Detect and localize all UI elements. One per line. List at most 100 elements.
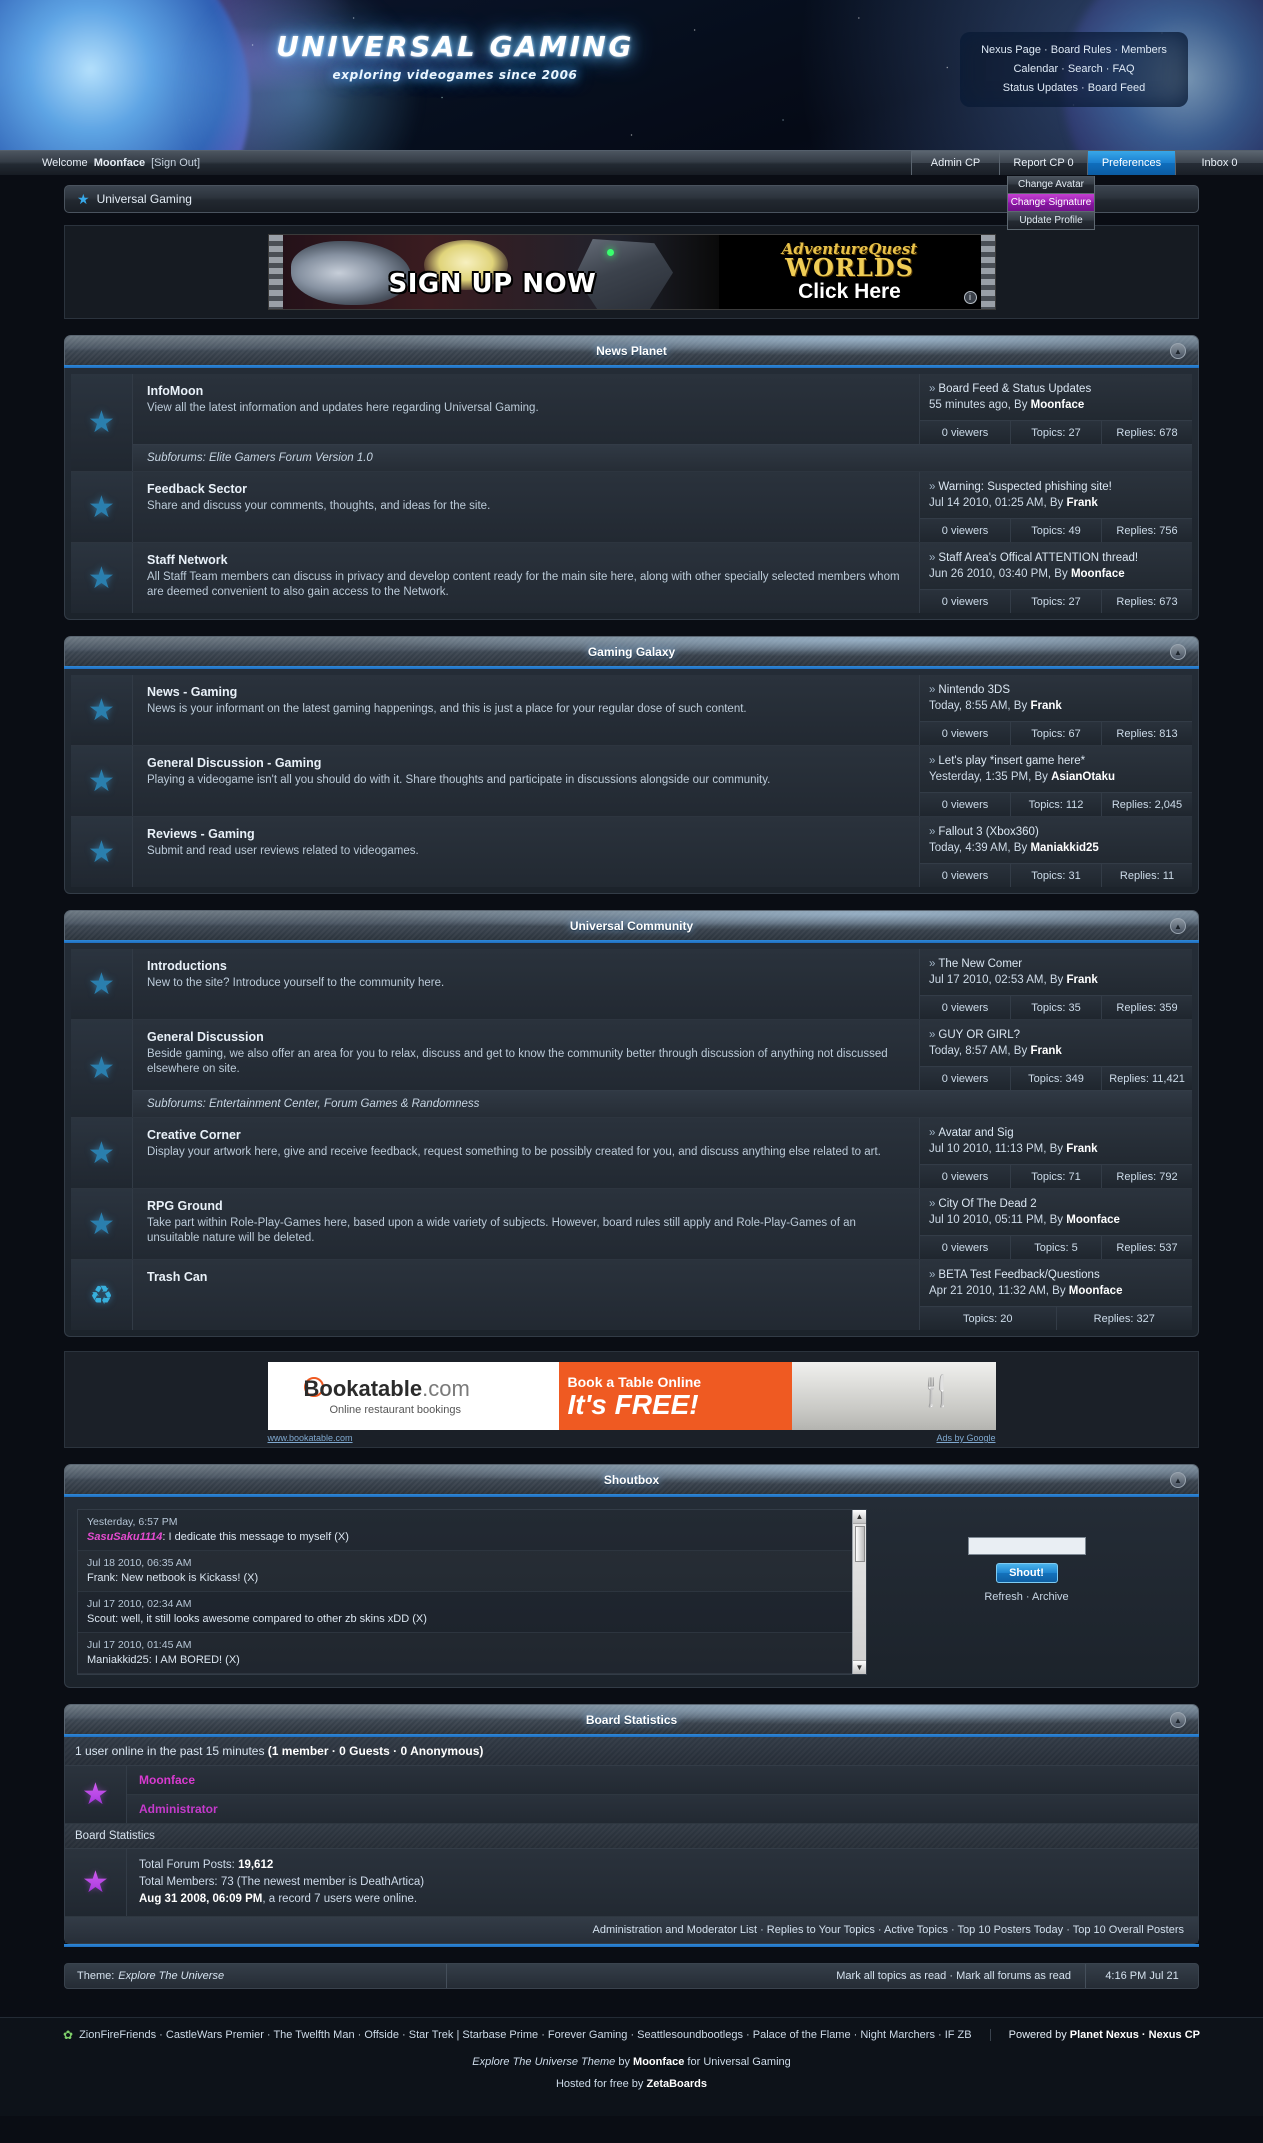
- forum-name-link[interactable]: Feedback Sector: [147, 482, 905, 496]
- last-post-author-link[interactable]: Moonface: [1066, 1214, 1120, 1226]
- forum-status-icon-cell[interactable]: ★: [71, 543, 133, 613]
- last-post-title-link[interactable]: The New Comer: [938, 958, 1022, 970]
- shout-input[interactable]: [967, 1537, 1086, 1555]
- preferences-dropdown-menu[interactable]: Change Avatar Change Signature Update Pr…: [1007, 176, 1095, 230]
- forum-status-icon-cell[interactable]: ★: [71, 949, 133, 1019]
- collapse-icon[interactable]: ▲: [1170, 1712, 1186, 1728]
- board-statistics-links[interactable]: Administration and Moderator List · Repl…: [65, 1917, 1198, 1943]
- inbox-button[interactable]: Inbox 0: [1175, 151, 1263, 175]
- last-post-author-link[interactable]: Maniakkid25: [1030, 842, 1098, 854]
- last-post-title-link[interactable]: Board Feed & Status Updates: [938, 383, 1091, 395]
- breadcrumb-root-link[interactable]: Universal Gaming: [97, 192, 192, 206]
- last-post-author-link[interactable]: Moonface: [1031, 399, 1085, 411]
- last-post-author-link[interactable]: Moonface: [1069, 1285, 1123, 1297]
- last-post-title-link[interactable]: Staff Area's Offical ATTENTION thread!: [938, 552, 1138, 564]
- last-post-title-link[interactable]: Let's play *insert game here*: [938, 755, 1085, 767]
- forum-status-icon-cell[interactable]: ♻: [71, 1260, 133, 1330]
- powered-by-link[interactable]: Planet Nexus · Nexus CP: [1070, 2029, 1200, 2041]
- forum-name-link[interactable]: Introductions: [147, 959, 905, 973]
- menu-item-change-signature[interactable]: Change Signature: [1007, 194, 1095, 212]
- forum-name-link[interactable]: Creative Corner: [147, 1128, 905, 1142]
- bookatable-banner[interactable]: Bookatable.com Online restaurant booking…: [267, 1362, 996, 1430]
- last-post-author-link[interactable]: Frank: [1030, 700, 1061, 712]
- last-post-author-link[interactable]: Moonface: [1071, 568, 1125, 580]
- forum-status-icon-cell[interactable]: ★: [71, 817, 133, 887]
- ad-info-icon[interactable]: i: [963, 291, 977, 304]
- last-post-author-link[interactable]: Frank: [1066, 1143, 1097, 1155]
- current-username[interactable]: Moonface: [94, 157, 145, 169]
- shout-author-link[interactable]: Maniakkid25: [87, 1654, 149, 1666]
- advertisement-top[interactable]: SIGN UP NOW AdventureQuest WORLDS Click …: [64, 225, 1199, 319]
- last-post-author-link[interactable]: Frank: [1066, 974, 1097, 986]
- forum-status-icon-cell[interactable]: ★: [71, 746, 133, 816]
- forum-status-icon-cell[interactable]: ★: [71, 1118, 133, 1188]
- forum-status-icon-cell[interactable]: ★: [71, 374, 133, 471]
- forum-name-link[interactable]: InfoMoon: [147, 384, 905, 398]
- last-post-author-link[interactable]: AsianOtaku: [1051, 771, 1115, 783]
- forum-status-icon-cell[interactable]: ★: [71, 472, 133, 542]
- sign-out-link[interactable]: [Sign Out]: [151, 157, 200, 169]
- last-post-title-link[interactable]: GUY OR GIRL?: [938, 1029, 1020, 1041]
- last-post-title-link[interactable]: Warning: Suspected phishing site!: [938, 481, 1111, 493]
- forum-subforums[interactable]: Subforums: Elite Gamers Forum Version 1.…: [133, 444, 1192, 471]
- shoutbox-links[interactable]: Refresh · Archive: [984, 1591, 1068, 1603]
- shoutbox-scrollbar[interactable]: ▲ ▼: [852, 1510, 866, 1674]
- preferences-button[interactable]: Preferences: [1087, 151, 1175, 175]
- report-cp-button[interactable]: Report CP 0: [999, 151, 1087, 175]
- scrollbar-thumb[interactable]: [855, 1526, 865, 1562]
- last-post-title-link[interactable]: Nintendo 3DS: [938, 684, 1010, 696]
- forum-name-link[interactable]: News - Gaming: [147, 685, 905, 699]
- site-logo[interactable]: UNIVERSAL GAMING exploring videogames si…: [245, 30, 665, 82]
- chevron-up-icon[interactable]: ▲: [853, 1510, 866, 1524]
- header-nav-row-3[interactable]: Status Updates · Board Feed: [968, 79, 1180, 98]
- collapse-icon[interactable]: ▲: [1170, 1472, 1186, 1488]
- forum-description: View all the latest information and upda…: [147, 402, 539, 414]
- chevron-down-icon[interactable]: ▼: [853, 1660, 866, 1674]
- advertisement-google[interactable]: Bookatable.com Online restaurant booking…: [64, 1351, 1199, 1448]
- theme-selector[interactable]: Theme: Explore The Universe: [65, 1964, 447, 1988]
- forum-name-link[interactable]: General Discussion - Gaming: [147, 756, 905, 770]
- shout-author-link[interactable]: Scout: [87, 1613, 115, 1625]
- forum-description: Submit and read user reviews related to …: [147, 845, 419, 857]
- shout-author-link[interactable]: Frank: [87, 1572, 115, 1584]
- header-nav-links[interactable]: Nexus Page · Board Rules · Members Calen…: [960, 32, 1188, 107]
- forum-name-link[interactable]: Trash Can: [147, 1270, 905, 1284]
- mark-read-links[interactable]: Mark all topics as read · Mark all forum…: [447, 1964, 1086, 1988]
- collapse-icon[interactable]: ▲: [1170, 918, 1186, 934]
- shout-author-link[interactable]: SasuSaku1114: [87, 1531, 162, 1543]
- forum-name-link[interactable]: Staff Network: [147, 553, 905, 567]
- last-post-title-link[interactable]: City Of The Dead 2: [938, 1198, 1036, 1210]
- adventurequest-banner[interactable]: SIGN UP NOW AdventureQuest WORLDS Click …: [267, 234, 996, 310]
- board-statistics-body: 1 user online in the past 15 minutes (1 …: [64, 1737, 1199, 1944]
- collapse-icon[interactable]: ▲: [1170, 644, 1186, 660]
- footer-affiliate-links[interactable]: ZionFireFriends · CastleWars Premier · T…: [79, 2029, 972, 2041]
- ads-by-google-link[interactable]: Ads by Google: [936, 1433, 995, 1443]
- collapse-icon[interactable]: ▲: [1170, 343, 1186, 359]
- last-post-title-link[interactable]: BETA Test Feedback/Questions: [938, 1269, 1099, 1281]
- header-nav-row-2[interactable]: Calendar · Search · FAQ: [968, 60, 1180, 79]
- menu-item-change-avatar[interactable]: Change Avatar: [1007, 176, 1095, 194]
- last-post-author-link[interactable]: Frank: [1030, 1045, 1061, 1057]
- menu-item-update-profile[interactable]: Update Profile: [1007, 212, 1095, 230]
- forum-subforums[interactable]: Subforums: Entertainment Center, Forum G…: [133, 1090, 1192, 1117]
- forum-name-link[interactable]: RPG Ground: [147, 1199, 905, 1213]
- theme-name[interactable]: Explore The Universe: [118, 1970, 224, 1982]
- admin-cp-button[interactable]: Admin CP: [911, 151, 999, 175]
- forum-status-icon-cell[interactable]: ★: [71, 675, 133, 745]
- forum-status-icon-cell[interactable]: ★: [71, 1189, 133, 1259]
- header-nav-row-1[interactable]: Nexus Page · Board Rules · Members: [968, 41, 1180, 60]
- board-statistics-bottom-rule: [64, 1944, 1199, 1947]
- last-post-title-link[interactable]: Fallout 3 (Xbox360): [938, 826, 1038, 838]
- last-post-title-link[interactable]: Avatar and Sig: [938, 1127, 1013, 1139]
- shout-button[interactable]: Shout!: [995, 1563, 1058, 1583]
- last-post-author-link[interactable]: Frank: [1066, 497, 1097, 509]
- ad-url-link[interactable]: www.bookatable.com: [268, 1433, 353, 1443]
- forum-status-icon-cell[interactable]: ★: [71, 1020, 133, 1117]
- online-member-name-link[interactable]: Moonface: [127, 1766, 1198, 1795]
- forum-name-link[interactable]: Reviews - Gaming: [147, 827, 905, 841]
- last-post-cell: » Board Feed & Status Updates 55 minutes …: [920, 374, 1192, 421]
- hosted-by-link[interactable]: ZetaBoards: [646, 2078, 707, 2090]
- forum-name-link[interactable]: General Discussion: [147, 1030, 905, 1044]
- theme-credit-author[interactable]: Moonface: [633, 2056, 684, 2068]
- forum-right-cell: » City Of The Dead 2 Jul 10 2010, 05:11 P…: [920, 1189, 1192, 1259]
